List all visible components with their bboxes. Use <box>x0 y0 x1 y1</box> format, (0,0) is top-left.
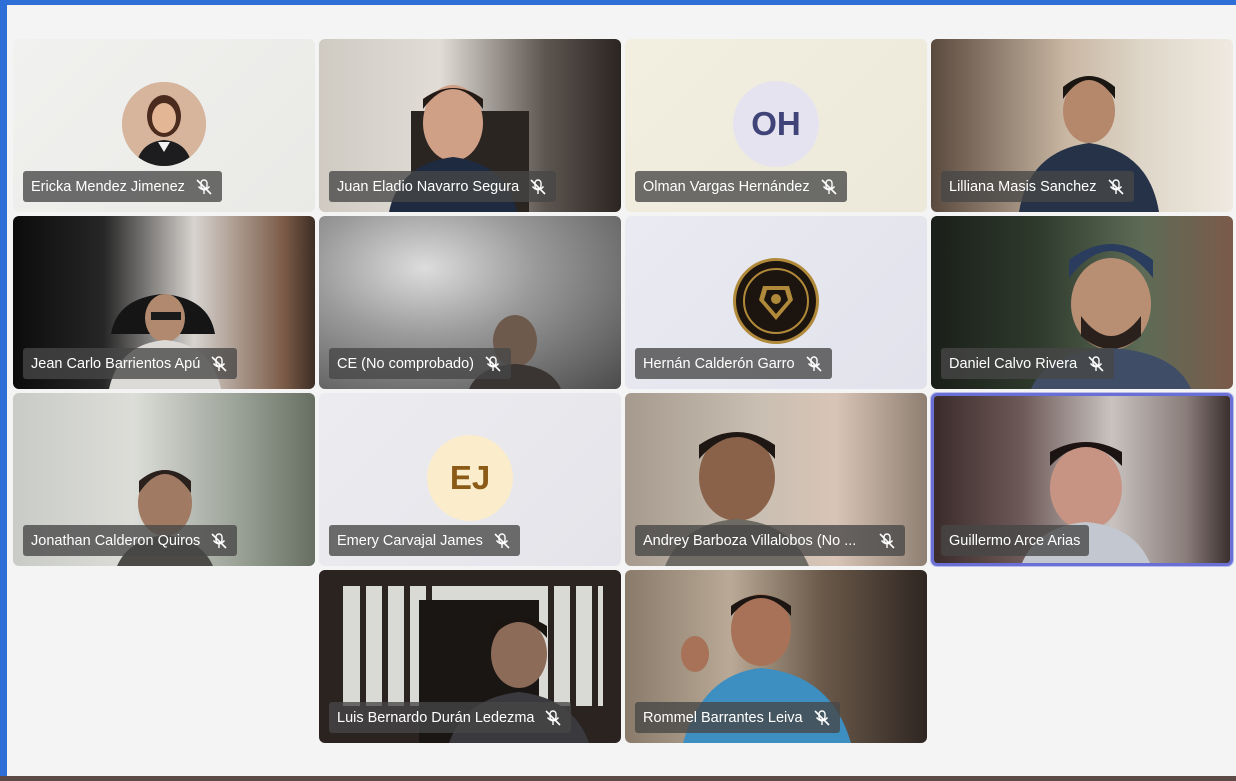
mic-off-icon <box>1107 178 1124 195</box>
participant-tile[interactable]: Jonathan Calderon Quiros <box>13 393 315 566</box>
police-badge-icon <box>743 268 809 334</box>
participant-name-tag: Andrey Barboza Villalobos (No ... <box>635 525 906 556</box>
participant-tile[interactable]: Rommel Barrantes Leiva <box>625 570 927 743</box>
participant-name-tag: Daniel Calvo Rivera <box>941 348 1115 379</box>
participant-name: Jonathan Calderon Quiros <box>31 532 201 549</box>
participant-name-tag: Lilliana Masis Sanchez <box>941 171 1134 202</box>
mic-off-icon <box>1088 355 1104 372</box>
participant-name-tag: Jean Carlo Barrientos Apú <box>23 348 238 379</box>
participant-tile-active-speaker[interactable]: Guillermo Arce Arias <box>931 393 1233 566</box>
participant-tile[interactable]: Andrey Barboza Villalobos (No ... <box>625 393 927 566</box>
participant-name-tag: Juan Eladio Navarro Segura <box>329 171 557 202</box>
participant-tile[interactable]: Jean Carlo Barrientos Apú <box>13 216 315 389</box>
participant-name: Jean Carlo Barrientos Apú <box>31 355 201 372</box>
participant-name-tag: Emery Carvajal James <box>329 525 520 556</box>
participant-name: Ericka Mendez Jimenez <box>31 178 185 195</box>
mic-off-icon <box>211 532 227 549</box>
participant-name-tag: Rommel Barrantes Leiva <box>635 702 840 733</box>
participant-name: Lilliana Masis Sanchez <box>949 178 1097 195</box>
mic-off-icon <box>485 355 501 372</box>
participant-tile[interactable]: Lilliana Masis Sanchez <box>931 39 1233 212</box>
participant-tile[interactable]: Ericka Mendez Jimenez <box>13 39 315 212</box>
mic-off-icon <box>196 178 212 195</box>
window-bottom-edge <box>0 776 1236 781</box>
participant-name: Guillermo Arce Arias <box>949 532 1081 549</box>
mic-off-icon <box>821 178 837 195</box>
participant-name: Olman Vargas Hernández <box>643 178 810 195</box>
mic-off-icon <box>494 532 510 549</box>
participant-name-tag: Luis Bernardo Durán Ledezma <box>329 702 572 733</box>
mic-off-icon <box>530 178 546 195</box>
initials-avatar: EJ <box>427 435 513 521</box>
participant-tile[interactable]: Hernán Calderón Garro <box>625 216 927 389</box>
participant-name-tag: Hernán Calderón Garro <box>635 348 832 379</box>
participant-tile[interactable]: CE (No comprobado) <box>319 216 621 389</box>
participant-name: Emery Carvajal James <box>337 532 483 549</box>
participant-tile[interactable]: Juan Eladio Navarro Segura <box>319 39 621 212</box>
participant-name: Juan Eladio Navarro Segura <box>337 178 520 195</box>
mic-off-icon <box>211 355 227 372</box>
mic-off-icon <box>814 709 830 726</box>
profile-photo-avatar <box>122 82 206 166</box>
participant-name-tag: Ericka Mendez Jimenez <box>23 171 222 202</box>
mic-off-icon <box>805 355 822 372</box>
participant-name: CE (No comprobado) <box>337 355 474 372</box>
participant-tile[interactable]: EJ Emery Carvajal James <box>319 393 621 566</box>
participant-name: Rommel Barrantes Leiva <box>643 709 803 726</box>
meeting-stage: Ericka Mendez Jimenez Juan Eladio Navarr… <box>7 5 1236 776</box>
mic-off-icon <box>879 532 895 549</box>
participant-name: Hernán Calderón Garro <box>643 355 795 372</box>
participant-tile[interactable]: Luis Bernardo Durán Ledezma <box>319 570 621 743</box>
participant-name: Daniel Calvo Rivera <box>949 355 1078 372</box>
participant-name-tag: Jonathan Calderon Quiros <box>23 525 238 556</box>
initials-avatar: OH <box>733 81 819 167</box>
participant-name-tag: Olman Vargas Hernández <box>635 171 847 202</box>
participant-name-tag: CE (No comprobado) <box>329 348 511 379</box>
participant-name-tag: Guillermo Arce Arias <box>941 525 1090 556</box>
participant-tile[interactable]: OH Olman Vargas Hernández <box>625 39 927 212</box>
participant-name: Luis Bernardo Durán Ledezma <box>337 709 535 726</box>
mic-off-icon <box>545 709 562 726</box>
participant-tile[interactable]: Daniel Calvo Rivera <box>931 216 1233 389</box>
organization-badge-avatar <box>733 258 819 344</box>
participant-name: Andrey Barboza Villalobos (No ... <box>643 532 857 549</box>
